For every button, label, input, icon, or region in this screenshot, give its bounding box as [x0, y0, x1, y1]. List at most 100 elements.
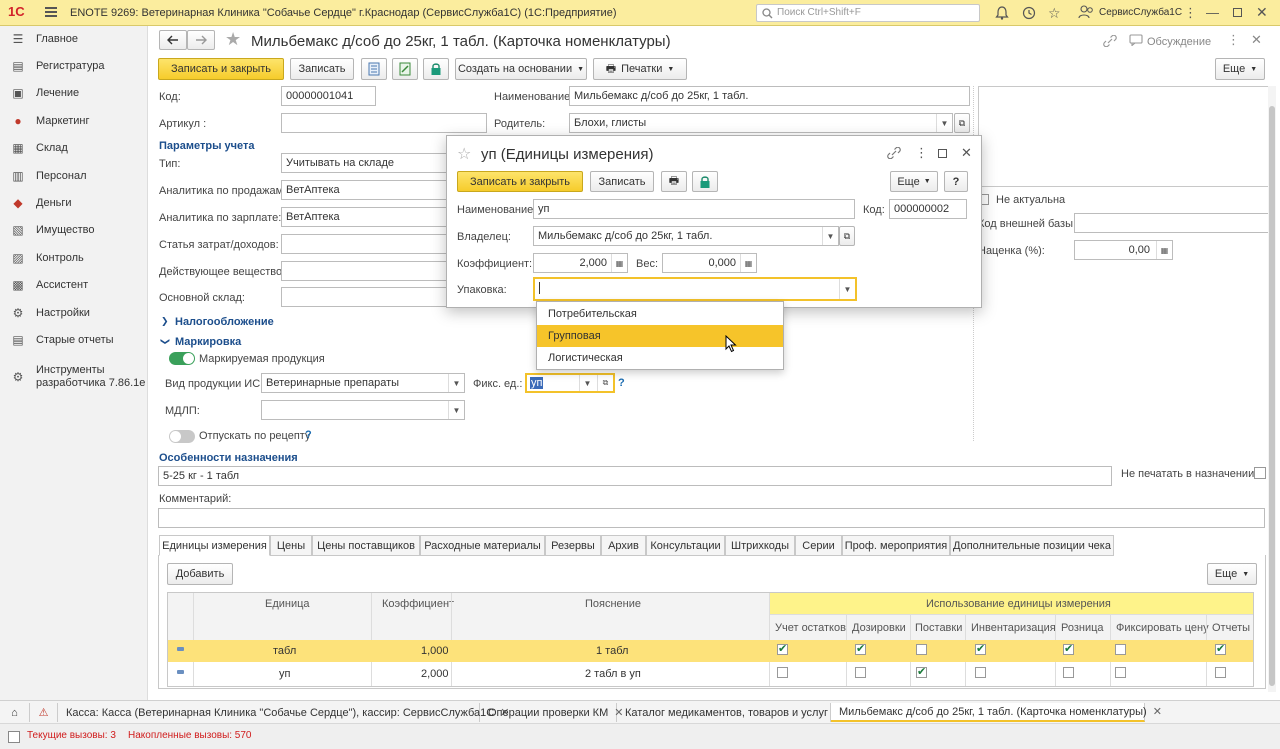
mdlp-field[interactable]: ▼	[261, 400, 465, 420]
calculator-icon[interactable]: ▦	[740, 254, 756, 272]
open-parent-button[interactable]: ⧉	[954, 113, 970, 133]
add-button[interactable]: Добавить	[167, 563, 233, 585]
cost-item-field[interactable]	[281, 234, 451, 254]
checkbox-dosage[interactable]	[855, 667, 866, 678]
prescription-toggle[interactable]	[169, 430, 195, 443]
report-structure-button[interactable]	[361, 58, 387, 80]
sales-analytics-field[interactable]: ВетАптека	[281, 180, 451, 200]
close-tab-icon[interactable]: ✕	[1153, 705, 1162, 718]
forward-button[interactable]	[187, 30, 215, 50]
sidebar-item-marketing[interactable]: ● Маркетинг	[0, 108, 148, 134]
tab-extra-positions[interactable]: Дополнительные позиции чека	[950, 535, 1114, 556]
tab-series[interactable]: Серии	[795, 535, 842, 556]
status-window-icon[interactable]	[8, 731, 20, 743]
col-fix-price-header[interactable]: Фиксировать цену	[1116, 622, 1209, 634]
dialog-save-button[interactable]: Записать	[590, 171, 654, 192]
marking-group[interactable]: Маркировка	[175, 336, 241, 348]
ext-code-field[interactable]	[1074, 213, 1274, 233]
tab-consultations[interactable]: Консультации	[646, 535, 725, 556]
chevron-down-icon[interactable]: ▼	[822, 227, 838, 245]
package-field[interactable]: ▼	[533, 277, 857, 301]
markup-field[interactable]: 0,00 ▦	[1074, 240, 1173, 260]
dialog-close-icon[interactable]: ✕	[961, 145, 972, 161]
sidebar-item-money[interactable]: ◆ Деньги	[0, 190, 148, 216]
discussion-icon[interactable]	[1129, 34, 1143, 49]
more-button[interactable]: Еще ▼	[1215, 58, 1265, 80]
alert-tab[interactable]: ⚠	[30, 703, 58, 722]
name-field[interactable]: Мильбемакс д/соб до 25кг, 1 табл.	[569, 86, 970, 106]
dialog-print-button[interactable]: 🖶	[661, 171, 687, 192]
checkbox-inventory[interactable]	[975, 667, 986, 678]
tab-prices[interactable]: Цены	[270, 535, 312, 556]
owner-field[interactable]: Мильбемакс д/соб до 25кг, 1 табл. ▼	[533, 226, 839, 246]
type-field[interactable]: Учитывать на складе	[281, 153, 451, 173]
col-dosage-header[interactable]: Дозировки	[852, 622, 906, 634]
home-tab[interactable]: ⌂	[0, 703, 30, 722]
tab-consumables[interactable]: Расходные материалы	[420, 535, 545, 556]
help-icon[interactable]: ?	[305, 429, 312, 441]
minimize-icon[interactable]: —	[1206, 5, 1219, 20]
search-input[interactable]: Поиск Ctrl+Shift+F	[756, 4, 980, 22]
col-supply-header[interactable]: Поставки	[915, 622, 962, 634]
window-menu-icon[interactable]: ⋮	[1184, 5, 1197, 21]
chevron-down-icon[interactable]: ▼	[579, 375, 595, 391]
dialog-save-and-close-button[interactable]: Записать и закрыть	[457, 171, 583, 192]
window-tab-km-ops[interactable]: Операции проверки КМ ✕	[480, 703, 623, 722]
sidebar-item-assistant[interactable]: ▩ Ассистент	[0, 272, 148, 298]
sidebar-item-registry[interactable]: ▤ Регистратура	[0, 53, 148, 79]
sidebar-item-warehouse[interactable]: ▦ Склад	[0, 135, 148, 161]
checkbox-supply[interactable]: ✔	[916, 667, 927, 678]
checkbox-stock[interactable]	[777, 667, 788, 678]
checkbox-inventory[interactable]: ✔	[975, 644, 986, 655]
coef-field[interactable]: 2,000 ▦	[533, 253, 628, 273]
print-button[interactable]: 🖶 Печатки ▼	[593, 58, 687, 80]
chevron-down-icon[interactable]: ▼	[448, 401, 464, 419]
table-row[interactable]	[168, 640, 1253, 662]
code-field[interactable]: 00000001041	[281, 86, 376, 106]
form-menu-icon[interactable]: ⋮	[1227, 32, 1240, 48]
favorites-star-icon[interactable]: ☆	[1048, 5, 1061, 22]
dropdown-option[interactable]: Логистическая	[537, 347, 783, 369]
calculator-icon[interactable]: ▦	[611, 254, 627, 272]
article-field[interactable]	[281, 113, 487, 133]
open-owner-button[interactable]: ⧉	[839, 226, 855, 246]
dialog-menu-icon[interactable]: ⋮	[915, 145, 928, 161]
col-coef-header[interactable]: Коэффициент	[382, 598, 454, 610]
scrollbar-thumb[interactable]	[1269, 106, 1275, 686]
favorite-star-icon[interactable]: ★	[225, 29, 241, 50]
discussion-link[interactable]: Обсуждение	[1147, 36, 1211, 48]
fixed-unit-field[interactable]: уп ▼ ⧉	[525, 373, 615, 393]
no-print-checkbox[interactable]	[1254, 467, 1266, 479]
col-stock-header[interactable]: Учет остатков	[775, 622, 846, 634]
main-warehouse-field[interactable]	[281, 287, 451, 307]
app-logo[interactable]: 1С	[8, 4, 34, 22]
dialog-name-field[interactable]: уп	[533, 199, 855, 219]
checkbox-reports[interactable]: ✔	[1215, 644, 1226, 655]
tab-supplier-prices[interactable]: Цены поставщиков	[312, 535, 420, 556]
favorite-star-icon[interactable]: ☆	[457, 144, 471, 164]
calculator-icon[interactable]: ▦	[1156, 241, 1172, 259]
purpose-field[interactable]: 5-25 кг - 1 табл	[158, 466, 1112, 486]
parent-field[interactable]: Блохи, глисты ▼	[569, 113, 953, 133]
checkbox-dosage[interactable]: ✔	[855, 644, 866, 655]
sidebar-item-staff[interactable]: ▥ Персонал	[0, 163, 148, 189]
form-close-icon[interactable]: ✕	[1251, 32, 1262, 48]
checkbox-retail[interactable]	[1063, 667, 1074, 678]
window-tab-catalog[interactable]: Каталог медикаментов, товаров и услуг✕	[617, 703, 843, 722]
product-type-field[interactable]: Ветеринарные препараты ▼	[261, 373, 465, 393]
col-note-header[interactable]: Пояснение	[585, 598, 641, 610]
col-reports-header[interactable]: Отчеты	[1212, 622, 1250, 634]
checkbox-stock[interactable]: ✔	[777, 644, 788, 655]
dropdown-option-highlighted[interactable]: Групповая	[537, 325, 783, 347]
sidebar-item-old-reports[interactable]: ▤ Старые отчеты	[0, 327, 148, 353]
save-button[interactable]: Записать	[290, 58, 354, 80]
checkbox-fix-price[interactable]	[1115, 644, 1126, 655]
history-icon[interactable]	[1022, 6, 1036, 23]
weight-field[interactable]: 0,000 ▦	[662, 253, 757, 273]
link-icon[interactable]	[1103, 34, 1117, 50]
save-and-close-button[interactable]: Записать и закрыть	[158, 58, 284, 80]
marked-product-toggle[interactable]	[169, 352, 195, 365]
table-more-button[interactable]: Еще ▼	[1207, 563, 1257, 585]
sidebar-item-settings[interactable]: ⚙ Настройки	[0, 300, 148, 326]
sidebar-item-control[interactable]: ▨ Контроль	[0, 245, 148, 271]
